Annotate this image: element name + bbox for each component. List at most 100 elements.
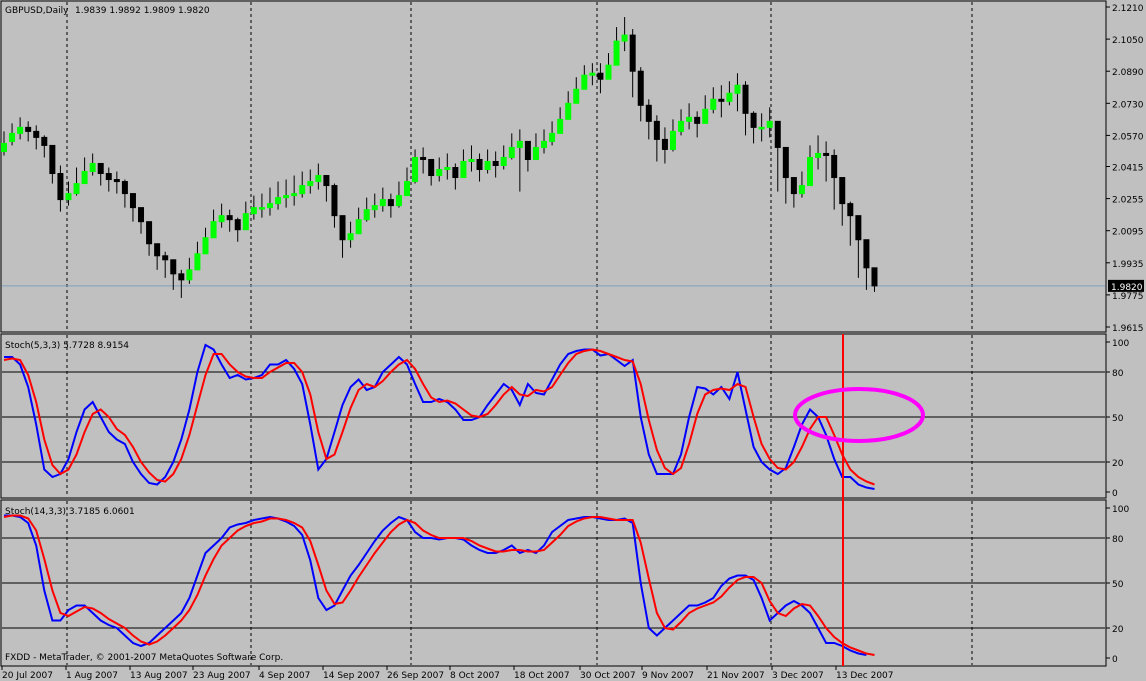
price-y-tick-label: 2.0255 — [1112, 196, 1144, 206]
bull-candle — [726, 92, 733, 102]
bull-candle — [565, 102, 572, 120]
bull-candle — [1, 142, 7, 152]
bear-candle — [105, 173, 112, 181]
bear-candle — [847, 203, 854, 217]
chart-canvas[interactable]: 2.1210 2.1050 2.0890 2.0730 2.0570 2.0415 2.02… — [0, 0, 1146, 681]
bear-candle — [234, 219, 241, 231]
x-tick-label: 9 Nov 2007 — [642, 671, 694, 681]
bull-candle — [404, 181, 410, 197]
bear-candle — [653, 120, 660, 140]
bear-candle — [637, 70, 644, 106]
x-tick-label: 26 Sep 2007 — [387, 671, 444, 681]
bear-candle — [831, 154, 838, 179]
bear-candle — [661, 138, 668, 150]
bull-candle — [275, 197, 282, 205]
bear-candle — [629, 34, 636, 72]
bull-candle — [315, 175, 322, 183]
bull-candle — [9, 132, 16, 142]
stoch1-y-tick-label: 80 — [1112, 369, 1124, 379]
bear-candle — [226, 215, 233, 221]
bull-candle — [363, 209, 370, 221]
bull-candle — [500, 156, 507, 166]
bull-candle — [73, 183, 80, 195]
bull-candle — [702, 108, 709, 124]
bull-candle — [484, 160, 491, 171]
bear-candle — [113, 179, 120, 183]
bull-candle — [734, 84, 741, 94]
chart-window[interactable]: 2.1210 2.1050 2.0890 2.0730 2.0570 2.0415 2.02… — [0, 0, 1146, 681]
stoch1-y-tick-label: 50 — [1112, 414, 1124, 424]
bull-candle — [371, 205, 378, 211]
bull-candle — [89, 162, 96, 173]
x-tick-label: 13 Aug 2007 — [130, 671, 188, 681]
x-tick-label: 4 Sep 2007 — [259, 671, 310, 681]
bear-candle — [476, 158, 483, 171]
bull-candle — [266, 203, 273, 209]
bear-candle — [146, 221, 153, 245]
bear-candle — [823, 152, 830, 156]
bear-candle — [97, 162, 104, 175]
bull-candle — [355, 219, 362, 235]
bull-candle — [17, 126, 24, 134]
bear-candle — [162, 255, 169, 261]
x-tick-label: 14 Sep 2007 — [323, 671, 380, 681]
price-y-tick-label: 2.0890 — [1112, 68, 1144, 78]
bull-candle — [541, 140, 548, 148]
bull-candle — [686, 116, 693, 122]
bear-candle — [331, 185, 338, 217]
bull-candle — [460, 160, 467, 179]
bear-candle — [129, 193, 136, 209]
bear-candle — [855, 215, 862, 241]
bull-candle — [210, 221, 217, 239]
bear-candle — [339, 215, 346, 241]
bull-candle — [516, 140, 523, 148]
bear-candle — [871, 267, 878, 287]
bull-candle — [347, 233, 354, 241]
stoch2-y-tick-label: 80 — [1112, 535, 1124, 545]
bull-candle — [250, 207, 257, 215]
bull-candle — [258, 207, 265, 210]
stoch1-y-tick-label: 0 — [1112, 489, 1118, 499]
bull-candle — [589, 72, 596, 76]
bear-candle — [154, 243, 161, 257]
stoch1-label: Stoch(5,3,3) 5.7728 8.9154 — [5, 341, 129, 351]
bull-candle — [669, 130, 676, 150]
bear-candle — [597, 72, 604, 80]
price-y-tick-label: 2.0570 — [1112, 132, 1144, 142]
bull-candle — [605, 64, 612, 80]
bear-candle — [323, 175, 330, 187]
bear-candle — [694, 116, 701, 124]
x-tick-label: 23 Aug 2007 — [193, 671, 251, 681]
bull-candle — [710, 98, 717, 110]
bull-candle — [444, 167, 451, 171]
bull-candle — [678, 120, 685, 132]
bull-candle — [202, 237, 209, 255]
current-price-label: 1.9820 — [1111, 283, 1143, 293]
bear-candle — [170, 259, 177, 275]
bull-candle — [412, 156, 419, 183]
bear-candle — [420, 156, 427, 160]
stoch2-label: Stoch(14,3,3) 3.7185 6.0601 — [5, 507, 135, 517]
bear-candle — [25, 126, 32, 132]
price-y-tick-label: 2.0415 — [1112, 163, 1144, 173]
bear-candle — [178, 273, 185, 281]
price-y-tick-label: 2.0095 — [1112, 228, 1144, 238]
bull-candle — [81, 171, 88, 185]
bull-candle — [307, 181, 314, 187]
bear-candle — [121, 181, 128, 195]
bull-candle — [186, 269, 193, 281]
stoch2-y-tick-label: 0 — [1112, 655, 1118, 665]
bull-candle — [218, 215, 225, 223]
bear-candle — [524, 140, 531, 160]
bull-candle — [508, 146, 515, 158]
bear-candle — [452, 167, 459, 179]
bear-candle — [750, 112, 757, 128]
x-tick-label: 3 Dec 2007 — [772, 671, 824, 681]
bull-candle — [815, 152, 822, 158]
stoch2-y-tick-label: 20 — [1112, 625, 1124, 635]
bear-candle — [138, 207, 145, 223]
bear-candle — [718, 98, 725, 102]
bull-candle — [242, 213, 249, 231]
x-tick-label: 1 Aug 2007 — [66, 671, 118, 681]
bear-candle — [49, 144, 56, 175]
